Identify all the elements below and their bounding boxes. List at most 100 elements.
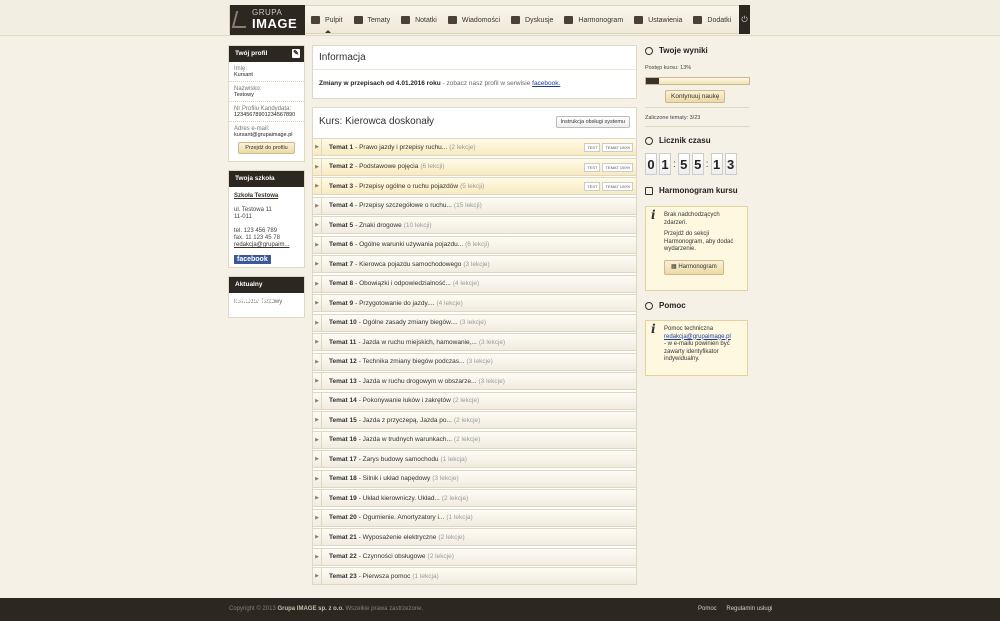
topic-lesson-count: (1 lekcja) [412,572,439,580]
topic-row[interactable]: ▶ Temat 13 - Jazda w ruchu drogowym w obs… [312,372,637,391]
topic-row[interactable]: ▶ Temat 16 - Jazda w trudnych warunkach..… [312,430,637,449]
topic-lesson-count: (1 lekcja) [440,455,467,463]
facebook-link[interactable]: facebook. [532,80,560,87]
topic-row[interactable]: ▶ Temat 15 - Jazda z przyczepą, Jazda po.… [312,411,637,430]
logo[interactable]: GRUPA IMAGE [230,5,305,35]
topic-row[interactable]: ▶ Temat 17 - Zarys budowy samochodu (1 lek… [312,450,637,469]
topic-title: - Pierwsza pomoc [358,572,411,580]
go-to-profile-button[interactable]: Przejdź do profilu [238,142,295,154]
footer-help-link[interactable]: Pomoc [698,606,717,612]
field-name: Imię: Kursant [229,62,304,82]
test-badge[interactable]: TEST [584,162,601,172]
expand-arrow-icon[interactable]: ▶ [313,236,322,253]
expand-arrow-icon[interactable]: ▶ [313,548,322,565]
nav-item-dyskusje[interactable]: Dyskusje [508,6,561,34]
nav-item-dodatki[interactable]: Dodatki [690,6,739,34]
topic-number: Temat 4 [329,202,354,210]
topic-row[interactable]: ▶ Temat 12 - Technika zmiany biegów podcz… [312,352,637,371]
expand-arrow-icon[interactable]: ▶ [313,509,322,526]
footer-terms-link[interactable]: Regulamin usługi [726,606,772,612]
topic-row[interactable]: ▶ Temat 3 - Przepisy ogólne o ruchu pojaz… [312,177,637,196]
timer-colon: : [673,158,676,170]
topic-row[interactable]: ▶ Temat 7 - Kierowca pojazdu samochodoweg… [312,255,637,274]
topic-lesson-count: (2 lekcje) [452,397,480,405]
expand-arrow-icon[interactable]: ▶ [313,178,322,195]
topic-number: Temat 8 [329,280,354,288]
expand-arrow-icon[interactable]: ▶ [313,334,322,351]
expand-arrow-icon[interactable]: ▶ [313,158,322,175]
topic-row[interactable]: ▶ Temat 22 - Czynności obsługowe (2 lekcje… [312,547,637,566]
topic-title: - Przepisy szczegółowe o ruchu... [355,202,452,210]
topic-title: - Znaki drogowe [355,221,402,229]
expand-arrow-icon[interactable]: ▶ [313,431,322,448]
power-icon[interactable]: ⏻ [739,5,750,34]
calendar-icon [564,16,574,24]
topic-complete-badge: TEMAT 100% [602,162,633,172]
nav-item-ustawienia[interactable]: Ustawienia [631,6,690,34]
topic-lesson-count: (2 lekcje) [427,553,454,561]
expand-arrow-icon[interactable]: ▶ [313,568,322,585]
expand-arrow-icon[interactable]: ▶ [313,314,322,331]
main-nav: GRUPA IMAGE Pulpit Tematy Notatki Wiadomośc… [229,5,750,35]
topic-row[interactable]: ▶ Temat 1 - Prawo jazdy i przepisy ruchu.… [312,138,637,156]
topic-row[interactable]: ▶ Temat 20 - Ogumienie. Amortyzatory i...… [312,508,637,527]
topic-row[interactable]: ▶ Temat 9 - Przygotowanie do jazdy.... (4 … [312,294,637,313]
expand-arrow-icon[interactable]: ▶ [313,451,322,468]
continue-button[interactable]: Kontynuuj naukę [665,90,726,103]
facebook-logo[interactable]: facebook [234,255,271,264]
expand-arrow-icon[interactable]: ▶ [313,197,322,214]
expand-arrow-icon[interactable]: ▶ [313,275,322,292]
schedule-button[interactable]: ▦ Harmonogram [664,259,724,275]
system-manual-button[interactable]: Instrukcja obsługi systemu [555,116,630,128]
nav-item-pulpit[interactable]: Pulpit [308,6,351,34]
topic-row[interactable]: ▶ Temat 6 - Ogólne warunki używania pojaz… [312,235,637,254]
expand-arrow-icon[interactable]: ▶ [313,217,322,234]
topic-number: Temat 1 [329,143,354,151]
topic-row[interactable]: ▶ Temat 11 - Jazda w ruchu miejskich, ham… [312,333,637,352]
expand-arrow-icon[interactable]: ▶ [313,470,322,487]
topic-number: Temat 18 [329,475,357,483]
topic-title: - Pokonywanie łuków i zakrętów [358,397,451,405]
timer-heading: Licznik czasu [645,136,711,145]
expand-arrow-icon[interactable]: ▶ [313,490,322,507]
topic-number: Temat 19 [329,494,357,502]
topic-row[interactable]: ▶ Temat 21 - Wyposażenie elektryczne (2 le… [312,528,637,547]
topic-row[interactable]: ▶ Temat 18 - Silnik i układ napędowy (3 le… [312,469,637,488]
topic-lesson-count: (2 lekcje) [453,436,481,444]
topic-row[interactable]: ▶ Temat 19 - Układ kierowniczy. Układ...(… [312,489,637,508]
timer-digit: 5 [677,153,690,175]
topic-row[interactable]: ▶ Temat 2 - Podstawowe pojęcia (6 lekcji) T… [312,157,637,176]
expand-arrow-icon[interactable]: ▶ [313,353,322,370]
topic-row[interactable]: ▶ Temat 8 - Obowiązki i odpowiedzialność.… [312,274,637,293]
nav-item-harmonogram[interactable]: Harmonogram [561,6,631,34]
school-tel: tel. 123 456 789 [234,228,278,234]
expand-arrow-icon[interactable]: ▶ [313,373,322,390]
topic-number: Temat 6 [329,241,354,249]
nav-item-notatki[interactable]: Notatki [398,6,445,34]
nav-item-label: Dodatki [707,16,732,24]
topic-row[interactable]: ▶ Temat 14 - Pokonywanie łuków i zakrętów… [312,391,637,410]
nav-item-label: Tematy [367,16,391,24]
edit-icon[interactable]: ✎ [292,49,300,58]
topic-lesson-count: (2 lekcje) [449,143,476,151]
school-email[interactable]: redakcja@grupaim... [234,242,299,249]
topic-row[interactable]: ▶ Temat 10 - Ogólne zasady zmiany biegów.… [312,313,637,332]
nav-item-tematy[interactable]: Tematy [351,6,399,34]
expand-arrow-icon[interactable]: ▶ [313,139,322,155]
topic-row[interactable]: ▶ Temat 4 - Przepisy szczegółowe o ruchu.… [312,196,637,215]
topic-row[interactable]: ▶ Temat 23 - Pierwsza pomoc (1 lekcja) [312,567,637,586]
expand-arrow-icon[interactable]: ▶ [313,529,322,546]
topic-row[interactable]: ▶ Temat 5 - Znaki drogowe (10 lekcji) [312,216,637,235]
expand-arrow-icon[interactable]: ▶ [313,256,322,273]
school-name[interactable]: Szkoła Testowa [234,193,299,200]
gauge-icon [645,46,653,55]
expand-arrow-icon[interactable]: ▶ [313,412,322,429]
test-badge[interactable]: TEST [584,143,601,152]
footer: Copyright © 2013 Grupa IMAGE sp. z o.o. … [0,598,1000,621]
expand-arrow-icon[interactable]: ▶ [313,392,322,409]
test-badge[interactable]: TEST [584,182,601,192]
nav-item-wiadomości[interactable]: Wiadomości [445,6,508,34]
expand-arrow-icon[interactable]: ▶ [313,295,322,312]
topic-title: - Kierowca pojazdu samochodowego [355,260,462,268]
help-email-link[interactable]: redakcja@grupaimage.pl [664,334,731,340]
